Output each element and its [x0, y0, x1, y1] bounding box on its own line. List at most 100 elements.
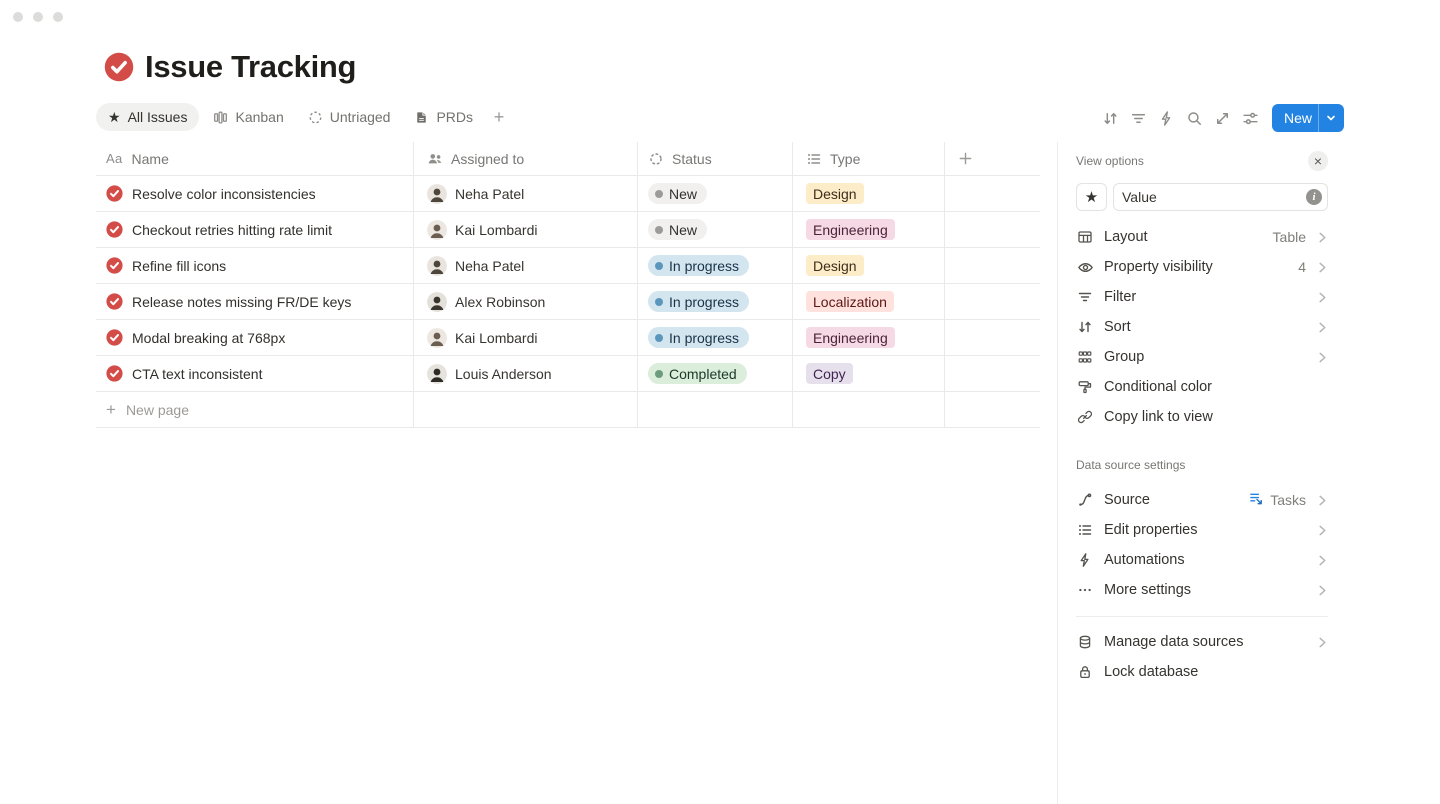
status-dot — [655, 262, 663, 270]
window-dot[interactable] — [33, 12, 43, 22]
table-row[interactable]: Refine fill icons Neha Patel In progress… — [96, 248, 1040, 284]
table-row[interactable]: Checkout retries hitting rate limit Kai … — [96, 212, 1040, 248]
tab-label: Untriaged — [330, 109, 391, 125]
sort-icon[interactable] — [1096, 103, 1124, 133]
view-name-field: i — [1113, 183, 1328, 211]
tab-untriaged[interactable]: Untriaged — [298, 103, 401, 131]
properties-list-icon — [1076, 522, 1094, 538]
status-cell[interactable]: New — [638, 212, 793, 248]
assignee-name: Neha Patel — [455, 186, 524, 202]
option-conditional-color[interactable]: Conditional color — [1076, 372, 1328, 402]
filter-lines-icon[interactable] — [1124, 103, 1152, 133]
type-cell[interactable]: Design — [793, 248, 945, 284]
empty-cell[interactable] — [945, 212, 1040, 248]
empty-cell[interactable] — [945, 356, 1040, 392]
assignee-cell[interactable]: Neha Patel — [414, 248, 638, 284]
status-cell[interactable]: Completed — [638, 356, 793, 392]
status-dot — [655, 226, 663, 234]
assignee-cell[interactable]: Kai Lombardi — [414, 212, 638, 248]
assignee-cell[interactable]: Louis Anderson — [414, 356, 638, 392]
window-dot[interactable] — [13, 12, 23, 22]
tab-all-issues[interactable]: ★ All Issues — [96, 103, 199, 131]
status-badge: In progress — [648, 327, 749, 348]
assignee-cell[interactable]: Kai Lombardi — [414, 320, 638, 356]
table-row[interactable]: Modal breaking at 768px Kai Lombardi In … — [96, 320, 1040, 356]
table-row[interactable]: Resolve color inconsistencies Neha Patel… — [96, 176, 1040, 212]
column-header-name[interactable]: Aa Name — [96, 142, 414, 176]
window-dot[interactable] — [53, 12, 63, 22]
panel-title: View options — [1076, 154, 1144, 168]
option-value: Table — [1273, 229, 1306, 245]
status-cell[interactable]: New — [638, 176, 793, 212]
option-sort[interactable]: Sort — [1076, 312, 1328, 342]
name-cell[interactable]: Release notes missing FR/DE keys — [96, 284, 414, 320]
tasks-db-icon — [1249, 491, 1264, 509]
name-cell[interactable]: Resolve color inconsistencies — [96, 176, 414, 212]
info-icon[interactable]: i — [1306, 189, 1322, 205]
empty-cell[interactable] — [945, 248, 1040, 284]
assignee-cell[interactable]: Neha Patel — [414, 176, 638, 212]
type-cell[interactable]: Copy — [793, 356, 945, 392]
tab-label: PRDs — [436, 109, 473, 125]
search-icon[interactable] — [1180, 103, 1208, 133]
option-group[interactable]: Group — [1076, 342, 1328, 372]
paint-roller-icon — [1076, 379, 1094, 395]
name-cell[interactable]: Refine fill icons — [96, 248, 414, 284]
column-header-status[interactable]: Status — [638, 142, 793, 176]
type-cell[interactable]: Design — [793, 176, 945, 212]
add-column-button[interactable] — [945, 142, 1040, 176]
option-lock-database[interactable]: Lock database — [1076, 657, 1328, 687]
option-edit-properties[interactable]: Edit properties — [1076, 515, 1328, 545]
status-cell[interactable]: In progress — [638, 284, 793, 320]
table-row[interactable]: Release notes missing FR/DE keys Alex Ro… — [96, 284, 1040, 320]
add-view-button[interactable]: + — [487, 103, 511, 131]
lightning-icon[interactable] — [1152, 103, 1180, 133]
group-grid-icon — [1076, 349, 1094, 365]
chevron-right-icon — [1316, 494, 1328, 507]
new-page-button[interactable]: + New page — [96, 392, 414, 428]
new-button-label[interactable]: New — [1272, 104, 1318, 132]
chevron-right-icon — [1316, 231, 1328, 244]
option-copy-link[interactable]: Copy link to view — [1076, 402, 1328, 432]
type-cell[interactable]: Localization — [793, 284, 945, 320]
name-cell[interactable]: CTA text inconsistent — [96, 356, 414, 392]
status-cell[interactable]: In progress — [638, 320, 793, 356]
expand-icon[interactable] — [1208, 103, 1236, 133]
option-layout[interactable]: Layout Table — [1076, 222, 1328, 252]
option-property-visibility[interactable]: Property visibility 4 — [1076, 252, 1328, 282]
table-row[interactable]: CTA text inconsistent Louis Anderson Com… — [96, 356, 1040, 392]
empty-cell[interactable] — [945, 320, 1040, 356]
empty-cell[interactable] — [945, 284, 1040, 320]
column-header-assigned-to[interactable]: Assigned to — [414, 142, 638, 176]
new-page-row[interactable]: + New page — [96, 392, 1040, 428]
window-controls[interactable] — [13, 12, 63, 22]
column-header-type[interactable]: Type — [793, 142, 945, 176]
tab-prds[interactable]: PRDs — [404, 103, 483, 131]
option-manage-data-sources[interactable]: Manage data sources — [1076, 627, 1328, 657]
empty-cell[interactable] — [945, 176, 1040, 212]
assignee-cell[interactable]: Alex Robinson — [414, 284, 638, 320]
name-cell[interactable]: Checkout retries hitting rate limit — [96, 212, 414, 248]
star-icon: ★ — [1085, 188, 1098, 206]
option-filter[interactable]: Filter — [1076, 282, 1328, 312]
lightning-icon — [1076, 552, 1094, 568]
type-cell[interactable]: Engineering — [793, 212, 945, 248]
assignee-name: Alex Robinson — [455, 294, 545, 310]
status-cell[interactable]: In progress — [638, 248, 793, 284]
view-name-input[interactable] — [1113, 183, 1328, 211]
view-settings-icon[interactable] — [1236, 103, 1264, 133]
dashed-circle-icon — [308, 110, 323, 125]
new-button[interactable]: New — [1272, 104, 1344, 132]
chevron-down-icon[interactable] — [1318, 104, 1344, 132]
text-icon: Aa — [106, 151, 123, 166]
close-icon[interactable]: × — [1308, 151, 1328, 171]
issue-title: Modal breaking at 768px — [132, 330, 285, 346]
option-more-settings[interactable]: More settings — [1076, 575, 1328, 605]
name-cell[interactable]: Modal breaking at 768px — [96, 320, 414, 356]
option-automations[interactable]: Automations — [1076, 545, 1328, 575]
link-icon — [1076, 409, 1094, 425]
view-icon-button[interactable]: ★ — [1076, 183, 1107, 211]
tab-kanban[interactable]: Kanban — [203, 103, 293, 131]
option-source[interactable]: Source Tasks — [1076, 485, 1328, 515]
type-cell[interactable]: Engineering — [793, 320, 945, 356]
